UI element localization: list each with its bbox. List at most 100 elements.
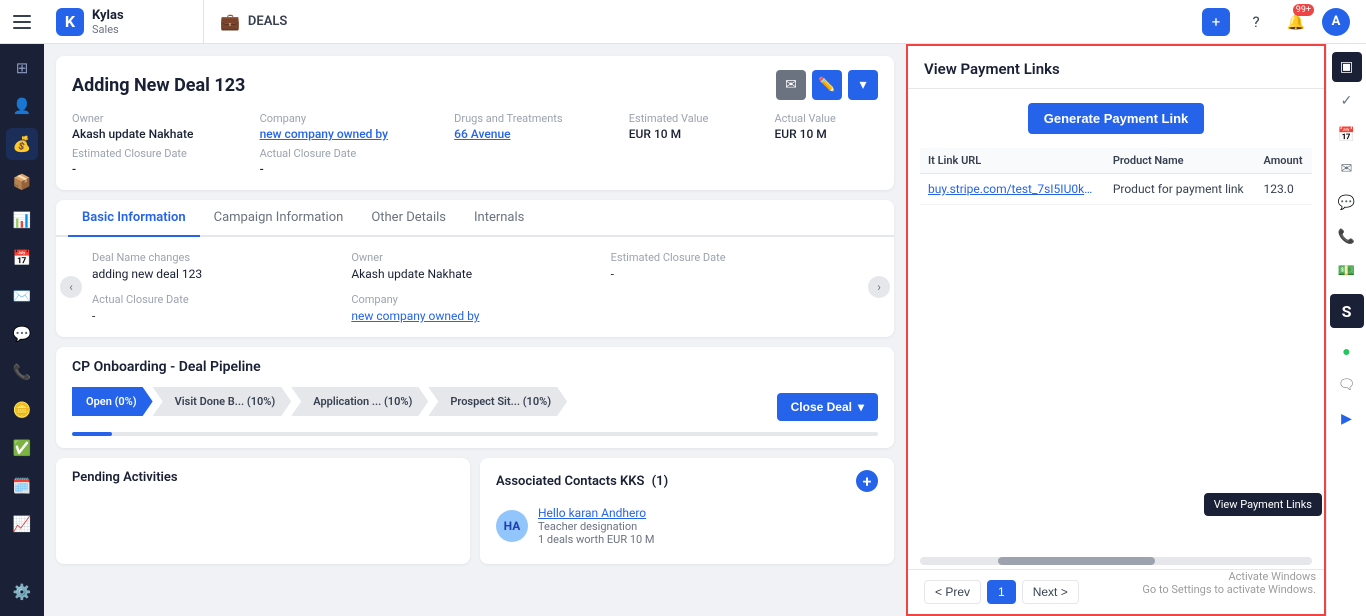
deals-module: 💼 DEALS: [204, 0, 303, 43]
tab-actual-closure-item: Actual Closure Date -: [92, 293, 339, 323]
tab-basic-information[interactable]: Basic Information: [68, 200, 200, 237]
sidebar-item-contacts[interactable]: 👤: [6, 90, 38, 122]
next-page-button[interactable]: Next >: [1022, 580, 1079, 604]
sidebar-item-chat[interactable]: 💬: [6, 318, 38, 350]
payment-product-name: Product for payment link: [1105, 174, 1256, 205]
stage-open[interactable]: Open (0%): [72, 387, 153, 416]
sidebar-item-schedule[interactable]: 🗓️: [6, 470, 38, 502]
deals-icon: 💼: [220, 12, 240, 31]
rs-dollar-button[interactable]: 💵: [1332, 256, 1362, 286]
sidebar-item-dashboard[interactable]: ⊞: [6, 52, 38, 84]
app-name: Kylas Sales: [92, 8, 124, 36]
deal-header-card: Adding New Deal 123 ✉ ✏️ ▾ Owner Akash u…: [56, 56, 894, 190]
edit-button[interactable]: ✏️: [812, 70, 842, 100]
tabs-card: Basic Information Campaign Information O…: [56, 200, 894, 337]
payment-links-panel: View Payment Links Generate Payment Link…: [906, 44, 1326, 616]
sidebar-item-calendar[interactable]: 📅: [6, 242, 38, 274]
company-link[interactable]: new company owned by: [260, 127, 431, 141]
closure-date-group: Estimated Closure Date -: [72, 147, 236, 176]
prev-page-button[interactable]: < Prev: [924, 580, 981, 604]
contact-designation: Teacher designation: [538, 520, 655, 533]
sidebar-item-products[interactable]: 📦: [6, 166, 38, 198]
payment-link-url[interactable]: buy.stripe.com/test_7sI5IU0k9aYPcJg8xu: [920, 174, 1105, 205]
pipeline-title: CP Onboarding - Deal Pipeline: [72, 359, 878, 375]
app-logo: K Kylas Sales: [44, 0, 204, 43]
actual-value-group: Actual Value EUR 10 M: [775, 112, 879, 141]
sidebar-item-billing[interactable]: 🪙: [6, 394, 38, 426]
tab-closure-item: Estimated Closure Date -: [611, 251, 858, 281]
more-button[interactable]: ▾: [848, 70, 878, 100]
stage-application[interactable]: Application ... (10%): [291, 387, 428, 416]
pending-activities-title: Pending Activities: [72, 470, 454, 485]
close-deal-button[interactable]: Close Deal ▾: [777, 393, 878, 421]
col-amount: Amount: [1256, 148, 1312, 174]
actual-closure-group: Actual Closure Date -: [260, 147, 431, 176]
tab-owner-item: Owner Akash update Nakhate: [351, 251, 598, 281]
tab-campaign-information[interactable]: Campaign Information: [200, 200, 358, 237]
activate-windows-watermark: Activate Windows Go to Settings to activ…: [1142, 570, 1316, 596]
rs-arrow-button[interactable]: ▶: [1332, 404, 1362, 434]
drugs-group: Drugs and Treatments 66 Avenue: [454, 112, 605, 141]
estimated-value-group: Estimated Value EUR 10 M: [629, 112, 751, 141]
bottom-row: Pending Activities Associated Contacts K…: [56, 458, 894, 564]
tab-next-arrow[interactable]: ›: [868, 276, 890, 298]
contact-info: Hello karan Andhero Teacher designation …: [538, 506, 655, 546]
tab-internals[interactable]: Internals: [460, 200, 538, 237]
add-contact-button[interactable]: +: [856, 470, 878, 492]
stage-visit[interactable]: Visit Done B... (10%): [153, 387, 292, 416]
deal-actions: ✉ ✏️ ▾: [776, 70, 878, 100]
contact-deals: 1 deals worth EUR 10 M: [538, 533, 655, 546]
contact-avatar: HA: [496, 510, 528, 542]
company-group: Company new company owned by: [260, 112, 431, 141]
pipeline-progress-bar: [72, 432, 878, 436]
user-avatar[interactable]: A: [1322, 8, 1350, 36]
sidebar-item-settings[interactable]: ⚙️: [6, 576, 38, 608]
deal-meta: Owner Akash update Nakhate Company new c…: [72, 112, 878, 176]
sidebar-item-phone[interactable]: 📞: [6, 356, 38, 388]
pipeline-stages: Open (0%) Visit Done B... (10%) Applicat…: [72, 387, 567, 416]
pending-activities-card: Pending Activities: [56, 458, 470, 564]
contact-item: HA Hello karan Andhero Teacher designati…: [496, 500, 878, 552]
col-product-name: Product Name: [1105, 148, 1256, 174]
tooltip-payment-links: View Payment Links: [1204, 493, 1322, 516]
payment-table: It Link URL Product Name Amount buy.stri…: [920, 148, 1312, 205]
col-link-url: It Link URL: [920, 148, 1105, 174]
tab-prev-arrow[interactable]: ‹: [60, 276, 82, 298]
tab-content-area: ‹ Deal Name changes adding new deal 123 …: [56, 237, 894, 337]
rs-green-dot-button[interactable]: ●: [1332, 336, 1362, 366]
tabs-nav: Basic Information Campaign Information O…: [56, 200, 894, 237]
pipeline-card: CP Onboarding - Deal Pipeline Open (0%) …: [56, 347, 894, 448]
notification-button[interactable]: 🔔 99+: [1282, 8, 1310, 36]
rs-message-button[interactable]: 🗨: [1332, 370, 1362, 400]
info-grid: Deal Name changes adding new deal 123 Ow…: [72, 251, 878, 323]
rs-calendar-button[interactable]: 📅: [1332, 120, 1362, 150]
payment-panel-title: View Payment Links: [924, 60, 1308, 78]
email-button[interactable]: ✉: [776, 70, 806, 100]
sidebar-item-email[interactable]: ✉️: [6, 280, 38, 312]
associated-contacts-card: Associated Contacts KKS (1) + HA Hello k…: [480, 458, 894, 564]
logo-icon: K: [56, 8, 84, 36]
rs-check-button[interactable]: ✓: [1332, 86, 1362, 116]
rs-email-button[interactable]: ✉: [1332, 154, 1362, 184]
help-button[interactable]: ?: [1242, 8, 1270, 36]
tab-company-item: Company new company owned by: [351, 293, 598, 323]
generate-payment-link-button[interactable]: Generate Payment Link: [1028, 103, 1205, 134]
payment-panel-header: View Payment Links: [908, 46, 1324, 89]
sidebar-item-analytics[interactable]: 📈: [6, 508, 38, 540]
rs-layout-button[interactable]: ▣: [1332, 52, 1362, 82]
contact-name[interactable]: Hello karan Andhero: [538, 506, 655, 520]
right-sidebar: ▣ ✓ 📅 ✉ 💬 📞 💵 View Payment Links S ● 🗨 ▶: [1326, 44, 1366, 616]
tab-company-link[interactable]: new company owned by: [351, 309, 598, 323]
rs-chat-button[interactable]: 💬: [1332, 188, 1362, 218]
drugs-link[interactable]: 66 Avenue: [454, 127, 605, 141]
rs-stripe-button[interactable]: S: [1330, 294, 1364, 328]
sidebar-item-tasks[interactable]: ✅: [6, 432, 38, 464]
hamburger-menu[interactable]: [0, 0, 44, 44]
page-1-button[interactable]: 1: [987, 580, 1016, 604]
add-button[interactable]: +: [1202, 8, 1230, 36]
sidebar-item-deals[interactable]: 💰: [6, 128, 38, 160]
rs-phone-button[interactable]: 📞: [1332, 222, 1362, 252]
sidebar-item-reports[interactable]: 📊: [6, 204, 38, 236]
stage-prospect[interactable]: Prospect Sit... (10%): [428, 387, 567, 416]
tab-other-details[interactable]: Other Details: [357, 200, 460, 237]
